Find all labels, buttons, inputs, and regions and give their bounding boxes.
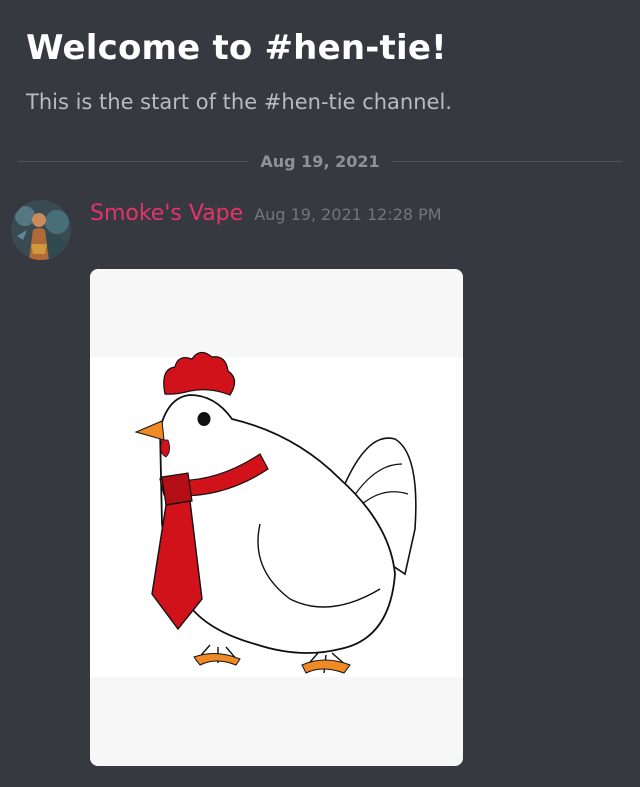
divider-date: Aug 19, 2021 bbox=[260, 151, 380, 171]
hen-illustration bbox=[134, 351, 417, 674]
message-timestamp[interactable]: Aug 19, 2021 12:28 PM bbox=[254, 205, 441, 224]
user-avatar[interactable] bbox=[11, 200, 71, 260]
avatar-image bbox=[11, 200, 71, 260]
author-name[interactable]: Smoke's Vape bbox=[90, 201, 243, 226]
divider-line-left bbox=[18, 160, 249, 162]
image-attachment[interactable] bbox=[90, 269, 463, 766]
message-header: Smoke's Vape Aug 19, 2021 12:28 PM bbox=[90, 201, 442, 226]
channel-welcome-title: Welcome to #hen-tie! bbox=[26, 28, 447, 68]
divider-line-right bbox=[391, 160, 622, 162]
channel-welcome-subtitle: This is the start of the #hen-tie channe… bbox=[26, 90, 452, 114]
date-divider: Aug 19, 2021 bbox=[18, 150, 622, 172]
